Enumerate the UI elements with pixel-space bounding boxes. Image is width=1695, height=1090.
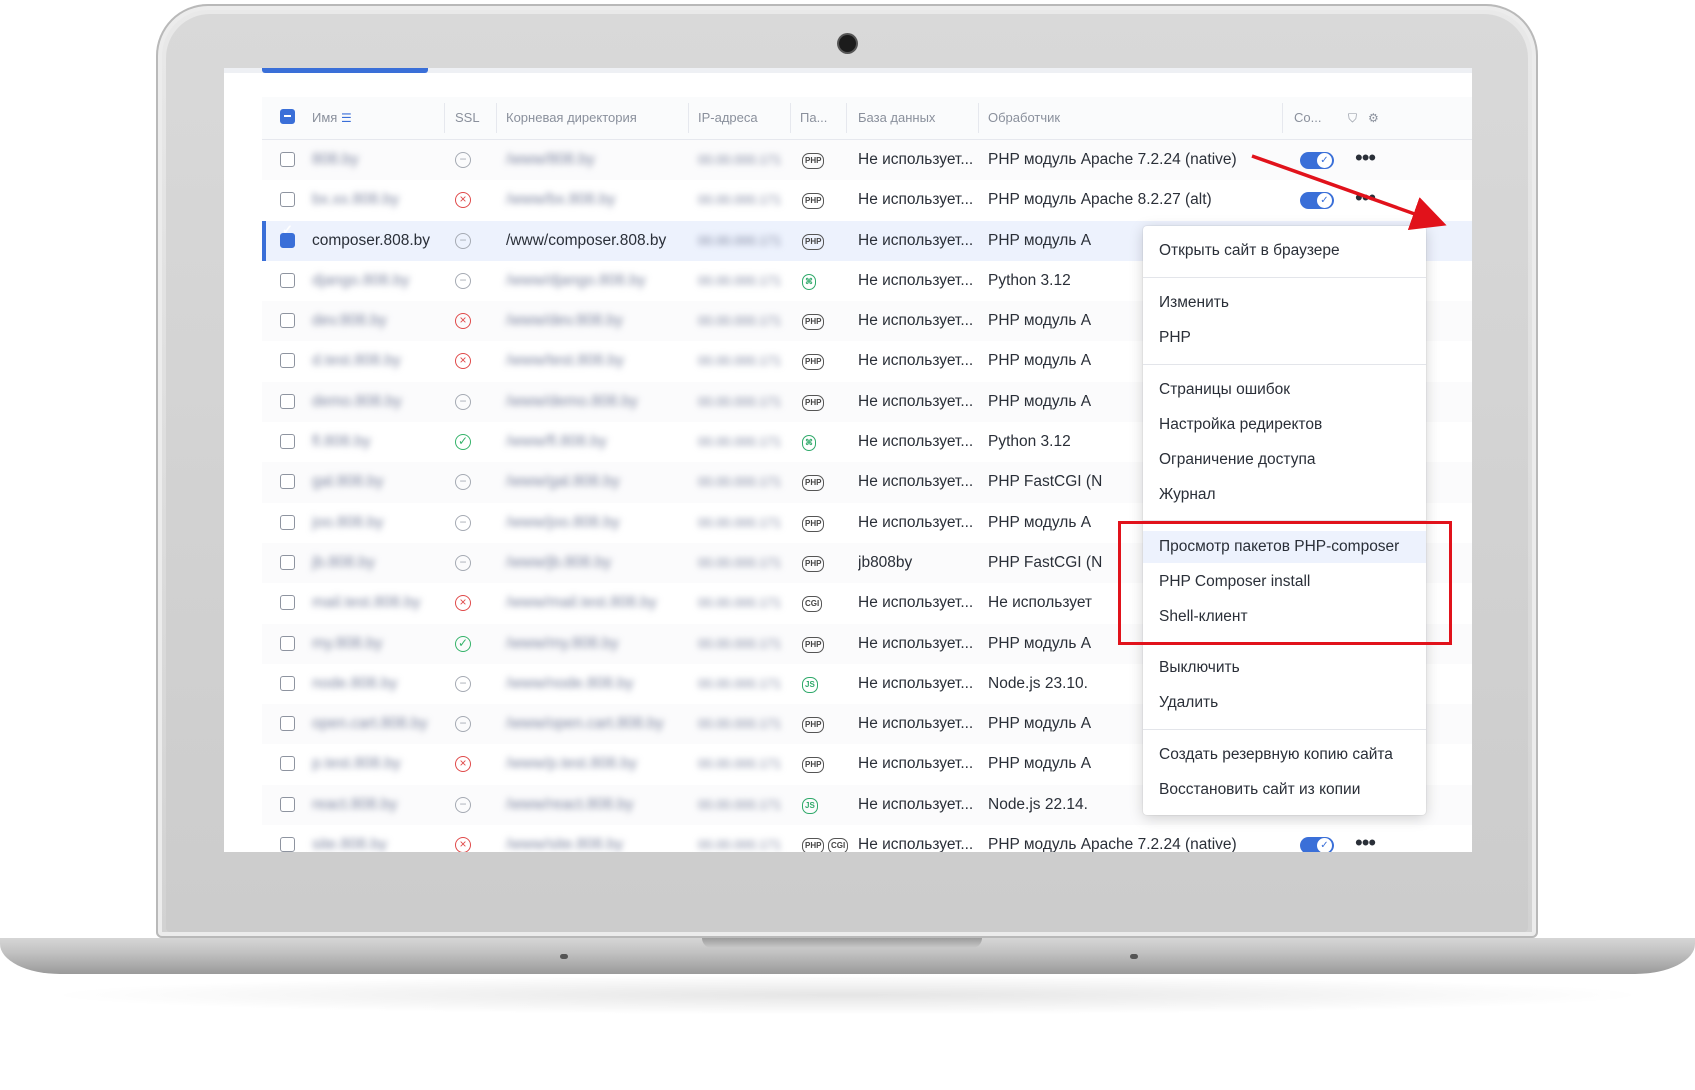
annotation-arrow <box>1251 154 1447 231</box>
arrow-line <box>1251 154 1447 231</box>
